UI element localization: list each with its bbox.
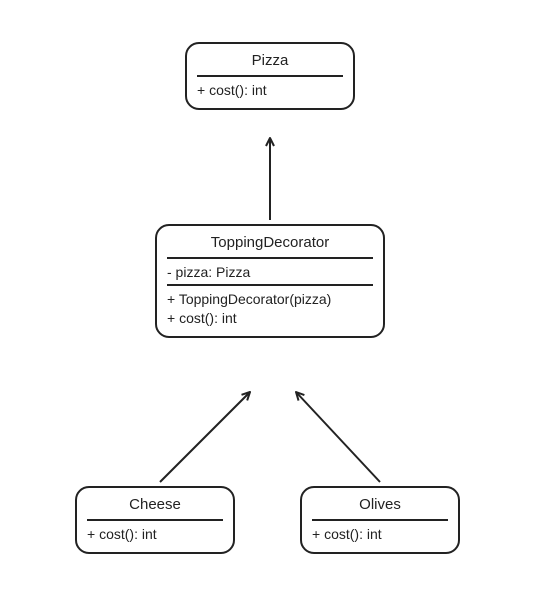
class-title: Pizza <box>197 50 343 73</box>
divider <box>87 519 223 521</box>
class-title: ToppingDecorator <box>167 232 373 255</box>
class-cheese: Cheese + cost(): int <box>75 486 235 554</box>
divider <box>197 75 343 77</box>
uml-diagram: Pizza + cost(): int ToppingDecorator - p… <box>0 0 540 610</box>
divider <box>167 257 373 259</box>
class-title: Olives <box>312 494 448 517</box>
class-title: Cheese <box>87 494 223 517</box>
class-topping-decorator: ToppingDecorator - pizza: Pizza + Toppin… <box>155 224 385 338</box>
class-pizza: Pizza + cost(): int <box>185 42 355 110</box>
class-method: + cost(): int <box>167 309 373 328</box>
class-method: + cost(): int <box>87 525 223 544</box>
class-method: + ToppingDecorator(pizza) <box>167 290 373 309</box>
class-method: + cost(): int <box>197 81 343 100</box>
class-method: + cost(): int <box>312 525 448 544</box>
class-olives: Olives + cost(): int <box>300 486 460 554</box>
divider <box>167 284 373 286</box>
class-attribute: - pizza: Pizza <box>167 263 373 282</box>
divider <box>312 519 448 521</box>
